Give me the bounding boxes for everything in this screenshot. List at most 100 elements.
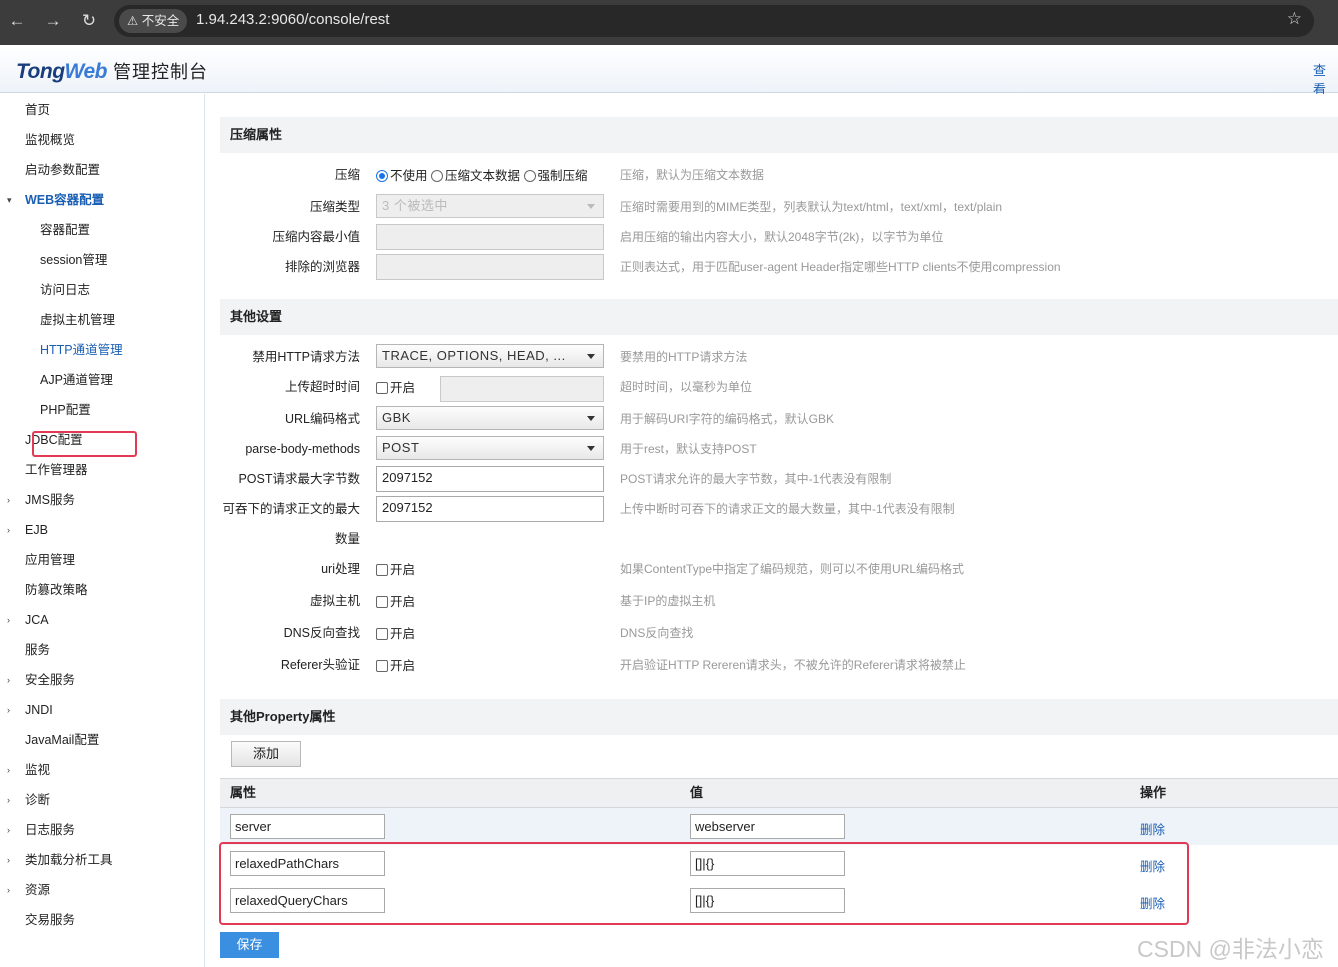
upload-timeout-label: 上传超时时间 — [284, 380, 360, 394]
vhost-checkbox[interactable]: 开启 — [376, 592, 415, 612]
post-max-hint: POST请求允许的最大字节数，其中-1代表没有限制 — [620, 472, 892, 486]
sidebar-item[interactable]: 虚拟主机管理 — [0, 308, 200, 332]
sidebar-item[interactable]: 应用管理 — [0, 548, 200, 572]
sidebar-arrow-icon[interactable]: › — [7, 518, 10, 542]
sidebar-item[interactable]: › 资源 — [0, 878, 200, 902]
dns-checkbox[interactable]: 开启 — [376, 624, 415, 644]
save-button[interactable]: 保存 — [220, 932, 279, 958]
exclude-browser-input[interactable] — [376, 254, 604, 280]
radio-force[interactable]: 强制压缩 — [523, 169, 588, 183]
uri-checkbox[interactable]: 开启 — [376, 560, 415, 580]
browser-toolbar: ← → ↻ ⚠ 不安全 1.94.243.2:9060/console/rest… — [0, 0, 1338, 45]
forbid-methods-label: 禁用HTTP请求方法 — [252, 350, 360, 364]
parse-body-methods-select[interactable]: POST — [376, 436, 604, 460]
value-input[interactable]: webserver — [690, 814, 845, 839]
sidebar-nav: 首页监视概览启动参数配置 ▾ WEB容器配置 容器配置 session管理 访问日志虚拟主… — [0, 94, 205, 967]
bookmark-star-icon[interactable]: ☆ — [1287, 9, 1302, 29]
sidebar-arrow-icon[interactable]: › — [7, 668, 10, 692]
sidebar-item-label: 容器配置 — [40, 223, 91, 237]
insecure-badge[interactable]: ⚠ 不安全 — [119, 9, 188, 33]
sidebar-item[interactable]: JavaMail配置 — [0, 728, 200, 752]
sidebar-item[interactable]: › 类加载分析工具 — [0, 848, 200, 872]
swallow-max-hint: 上传中断时可吞下的请求正文的最大数量，其中-1代表没有限制 — [620, 502, 955, 516]
upload-timeout-input[interactable] — [440, 376, 604, 402]
sidebar-arrow-icon[interactable]: › — [7, 488, 10, 512]
col-value: 值 — [690, 785, 704, 800]
sidebar-item-label: 工作管理器 — [25, 463, 88, 477]
upload-timeout-checkbox[interactable]: 开启 — [376, 378, 415, 398]
sidebar-item[interactable]: 访问日志 — [0, 278, 200, 302]
forbid-methods-select[interactable]: TRACE, OPTIONS, HEAD, ... — [376, 344, 604, 368]
sidebar-item[interactable]: › 监视 — [0, 758, 200, 782]
sidebar-arrow-icon[interactable]: › — [7, 878, 10, 902]
compress-minsize-input[interactable] — [376, 224, 604, 250]
sidebar-item[interactable]: 工作管理器 — [0, 458, 200, 482]
sidebar-item-label: JCA — [25, 613, 49, 627]
dns-label: DNS反向查找 — [283, 626, 360, 640]
sidebar-item-label: HTTP通道管理 — [40, 343, 123, 357]
highlight-box-http — [32, 431, 137, 457]
reload-icon[interactable]: ↻ — [76, 8, 102, 34]
url-encoding-label: URL编码格式 — [284, 412, 360, 426]
sidebar-item[interactable]: 服务 — [0, 638, 200, 662]
forbid-methods-hint: 要禁用的HTTP请求方法 — [620, 350, 748, 364]
dns-hint: DNS反向查找 — [620, 626, 694, 640]
back-icon[interactable]: ← — [4, 8, 30, 34]
swallow-max-label: 可吞下的请求正文的最大 — [222, 502, 360, 516]
watermark: CSDN @非法小恋 — [1137, 936, 1324, 962]
warning-icon: ⚠ — [127, 14, 139, 28]
sidebar-item[interactable]: › 安全服务 — [0, 668, 200, 692]
sidebar-item-label: session管理 — [40, 253, 108, 267]
sidebar-item-label: 日志服务 — [25, 823, 76, 837]
attr-input[interactable]: server — [230, 814, 385, 839]
parse-body-methods-hint: 用于rest，默认支持POST — [620, 442, 757, 456]
sidebar-item-label: WEB容器配置 — [25, 193, 105, 207]
sidebar-item[interactable]: session管理 — [0, 248, 200, 272]
add-property-button[interactable]: 添加 — [231, 741, 301, 767]
sidebar-item[interactable]: ▾ WEB容器配置 — [0, 188, 200, 212]
address-bar[interactable]: ⚠ 不安全 1.94.243.2:9060/console/rest ☆ — [114, 5, 1314, 37]
logo-title: 管理控制台 — [112, 62, 208, 82]
sidebar-item[interactable]: HTTP通道管理 — [0, 338, 200, 362]
compress-type-select[interactable]: 3 个被选中 — [376, 194, 604, 218]
app-header: TongWeb 管理控制台 查看 — [0, 45, 1338, 97]
sidebar-item[interactable]: 容器配置 — [0, 218, 200, 242]
sidebar-item[interactable]: 首页 — [0, 98, 200, 122]
compress-minsize-hint: 启用压缩的输出内容大小，默认2048字节(2k)，以字节为单位 — [620, 230, 944, 244]
radio-text[interactable]: 压缩文本数据 — [431, 169, 520, 183]
referer-checkbox[interactable]: 开启 — [376, 656, 415, 676]
sidebar-item[interactable]: 启动参数配置 — [0, 158, 200, 182]
sidebar-arrow-icon[interactable]: ▾ — [7, 188, 12, 212]
sidebar-arrow-icon[interactable]: › — [7, 758, 10, 782]
sidebar-item[interactable]: › JNDI — [0, 698, 200, 722]
sidebar-item[interactable]: › JCA — [0, 608, 200, 632]
delete-link[interactable]: 删除 — [1140, 819, 1165, 838]
sidebar-item[interactable]: › JMS服务 — [0, 488, 200, 512]
sidebar-arrow-icon[interactable]: › — [7, 698, 10, 722]
post-max-input[interactable]: 2097152 — [376, 466, 604, 492]
url-text[interactable]: 1.94.243.2:9060/console/rest — [196, 11, 389, 28]
compress-hint: 压缩，默认为压缩文本数据 — [620, 168, 765, 182]
sidebar-item-label: 访问日志 — [40, 283, 91, 297]
sidebar-arrow-icon[interactable]: › — [7, 788, 10, 812]
sidebar-arrow-icon[interactable]: › — [7, 818, 10, 842]
sidebar-item[interactable]: AJP通道管理 — [0, 368, 200, 392]
sidebar-item[interactable]: 防篡改策略 — [0, 578, 200, 602]
sidebar-item[interactable]: › 诊断 — [0, 788, 200, 812]
sidebar-item-label: 应用管理 — [25, 553, 76, 567]
swallow-max-input[interactable]: 2097152 — [376, 496, 604, 522]
exclude-browser-hint: 正则表达式，用于匹配user-agent Header指定哪些HTTP clie… — [620, 260, 1061, 274]
view-link[interactable]: 查看 — [1313, 60, 1338, 98]
sidebar-item-label: 监视概览 — [25, 133, 76, 147]
sidebar-item[interactable]: PHP配置 — [0, 398, 200, 422]
sidebar-arrow-icon[interactable]: › — [7, 608, 10, 632]
sidebar-item[interactable]: › EJB — [0, 518, 200, 542]
sidebar-arrow-icon[interactable]: › — [7, 848, 10, 872]
forward-icon[interactable]: → — [40, 8, 66, 34]
props-table-header: 属性 值 操作 — [220, 778, 1338, 808]
radio-off[interactable]: 不使用 — [376, 169, 428, 183]
sidebar-item[interactable]: 监视概览 — [0, 128, 200, 152]
sidebar-item[interactable]: › 日志服务 — [0, 818, 200, 842]
sidebar-item[interactable]: 交易服务 — [0, 908, 200, 932]
url-encoding-select[interactable]: GBK — [376, 406, 604, 430]
